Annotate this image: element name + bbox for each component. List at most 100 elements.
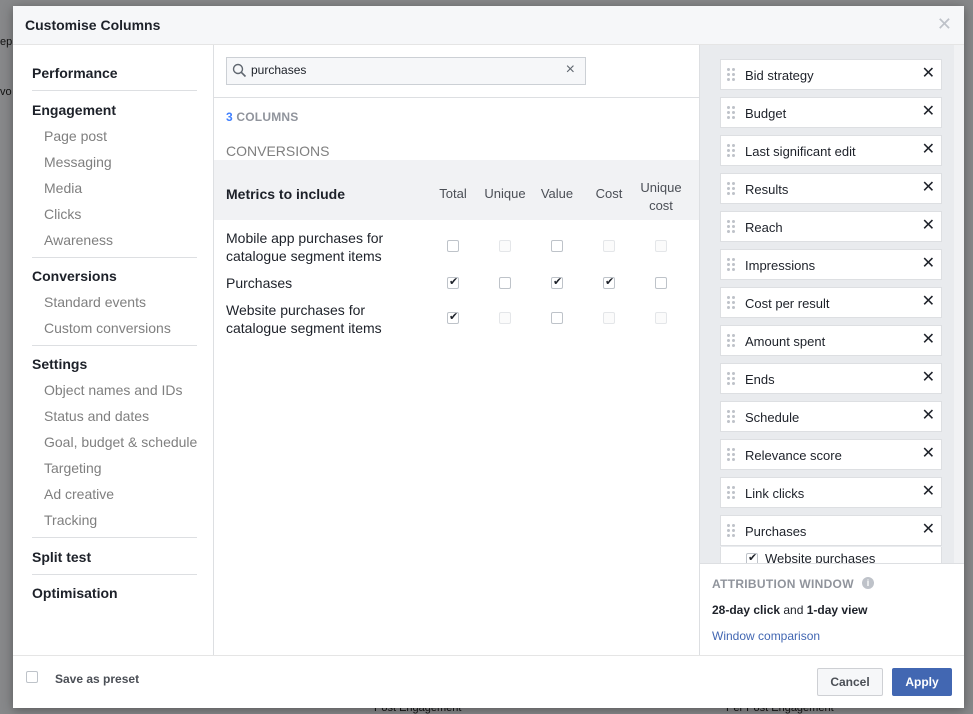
nav-item-ad-creative[interactable]: Ad creative: [44, 486, 114, 502]
selected-column-label: Link clicks: [745, 486, 805, 501]
website-purchases-checkbox[interactable]: ✔: [746, 552, 758, 563]
selected-column-label: Schedule: [745, 410, 800, 425]
selected-column-item[interactable]: Bid strategy ✕: [720, 59, 942, 90]
nav-conversions[interactable]: Conversions: [32, 268, 117, 284]
selected-column-item[interactable]: Relevance score ✕: [720, 439, 942, 470]
close-icon[interactable]: ✕: [937, 15, 952, 33]
apply-button[interactable]: Apply: [892, 668, 952, 696]
metric-label: Mobile app purchases for catalogue segme…: [226, 230, 384, 264]
remove-column-icon[interactable]: ✕: [922, 522, 935, 538]
drag-handle-icon[interactable]: [727, 410, 735, 424]
nav-divider: [32, 257, 197, 258]
nav-item-status-dates[interactable]: Status and dates: [44, 408, 149, 424]
remove-column-icon[interactable]: ✕: [922, 66, 935, 82]
save-preset-label[interactable]: Save as preset: [55, 672, 139, 686]
search-input[interactable]: [251, 60, 551, 80]
selected-column-label: Purchases: [745, 524, 807, 539]
drag-handle-icon[interactable]: [727, 68, 735, 82]
nav-item-page-post[interactable]: Page post: [44, 128, 107, 144]
nav-divider: [32, 345, 197, 346]
scrollbar[interactable]: [954, 45, 964, 563]
nav-item-clicks[interactable]: Clicks: [44, 206, 81, 222]
col-header-unique: Unique: [484, 186, 526, 201]
check-icon: ✔: [553, 276, 563, 288]
nav-item-tracking[interactable]: Tracking: [44, 512, 97, 528]
selected-column-item[interactable]: Ends ✕: [720, 363, 942, 394]
checkbox-value[interactable]: [551, 240, 563, 252]
remove-column-icon[interactable]: ✕: [922, 294, 935, 310]
selected-column-item[interactable]: Link clicks ✕: [720, 477, 942, 508]
search-icon: [232, 63, 247, 78]
window-comparison-link[interactable]: Window comparison: [712, 629, 820, 643]
selected-column-item[interactable]: Schedule ✕: [720, 401, 942, 432]
drag-handle-icon[interactable]: [727, 334, 735, 348]
drag-handle-icon[interactable]: [727, 372, 735, 386]
selected-column-item[interactable]: Budget ✕: [720, 97, 942, 128]
remove-column-icon[interactable]: ✕: [922, 484, 935, 500]
cancel-button[interactable]: Cancel: [817, 668, 883, 696]
drag-handle-icon[interactable]: [727, 296, 735, 310]
checkbox-value[interactable]: [551, 312, 563, 324]
nav-item-standard-events[interactable]: Standard events: [44, 294, 146, 310]
remove-column-icon[interactable]: ✕: [922, 104, 935, 120]
nav-divider: [32, 574, 197, 575]
selected-column-item[interactable]: Results ✕: [720, 173, 942, 204]
remove-column-icon[interactable]: ✕: [922, 332, 935, 348]
nav-item-media[interactable]: Media: [44, 180, 82, 196]
column-count: 3 COLUMNS: [226, 110, 299, 124]
drag-handle-icon[interactable]: [727, 448, 735, 462]
nav-engagement[interactable]: Engagement: [32, 102, 116, 118]
nav-item-object-names[interactable]: Object names and IDs: [44, 382, 183, 398]
checkbox-value[interactable]: ✔: [551, 276, 563, 289]
selected-column-label: Relevance score: [745, 448, 842, 463]
drag-handle-icon[interactable]: [727, 524, 735, 538]
info-icon[interactable]: i: [862, 577, 874, 589]
drag-handle-icon[interactable]: [727, 106, 735, 120]
nav-item-messaging[interactable]: Messaging: [44, 154, 112, 170]
selected-column-item[interactable]: Cost per result ✕: [720, 287, 942, 318]
checkbox-unique: [499, 312, 511, 324]
subitem-label: Website purchases: [765, 551, 876, 563]
selected-column-label: Reach: [745, 220, 783, 235]
nav-performance[interactable]: Performance: [32, 65, 118, 81]
check-icon: ✔: [449, 311, 459, 323]
checkbox-unique[interactable]: [499, 277, 511, 289]
drag-handle-icon[interactable]: [727, 144, 735, 158]
remove-column-icon[interactable]: ✕: [922, 256, 935, 272]
remove-column-icon[interactable]: ✕: [922, 142, 935, 158]
metrics-table-header: Metrics to include Total Unique Value Co…: [214, 160, 699, 220]
drag-handle-icon[interactable]: [727, 220, 735, 234]
checkbox-unique: [499, 240, 511, 252]
nav-item-awareness[interactable]: Awareness: [44, 232, 113, 248]
remove-column-icon[interactable]: ✕: [922, 446, 935, 462]
selected-column-item[interactable]: Impressions ✕: [720, 249, 942, 280]
selected-column-item[interactable]: Amount spent ✕: [720, 325, 942, 356]
nav-divider: [32, 537, 197, 538]
dialog-header: Customise Columns ✕: [13, 6, 964, 45]
remove-column-icon[interactable]: ✕: [922, 218, 935, 234]
checkbox-total[interactable]: [447, 240, 459, 252]
save-preset-checkbox[interactable]: [26, 671, 38, 683]
drag-handle-icon[interactable]: [727, 486, 735, 500]
selected-columns-panel: Bid strategy ✕ Budget ✕ Last significant edi…: [700, 45, 964, 655]
clear-search-icon[interactable]: ×: [566, 62, 575, 78]
checkbox-total[interactable]: ✔: [447, 276, 459, 289]
checkbox-unique-cost[interactable]: [655, 277, 667, 289]
selected-column-item[interactable]: Purchases ✕: [720, 515, 942, 546]
nav-split-test[interactable]: Split test: [32, 549, 91, 565]
nav-settings[interactable]: Settings: [32, 356, 87, 372]
nav-optimisation[interactable]: Optimisation: [32, 585, 118, 601]
selected-column-item[interactable]: Last significant edit ✕: [720, 135, 942, 166]
remove-column-icon[interactable]: ✕: [922, 370, 935, 386]
purchases-subitem[interactable]: ✔ Website purchases: [720, 547, 942, 563]
checkbox-cost[interactable]: ✔: [603, 276, 615, 289]
nav-item-targeting[interactable]: Targeting: [44, 460, 102, 476]
checkbox-total[interactable]: ✔: [447, 311, 459, 324]
remove-column-icon[interactable]: ✕: [922, 408, 935, 424]
remove-column-icon[interactable]: ✕: [922, 180, 935, 196]
nav-item-custom-conversions[interactable]: Custom conversions: [44, 320, 171, 336]
selected-column-item[interactable]: Reach ✕: [720, 211, 942, 242]
drag-handle-icon[interactable]: [727, 258, 735, 272]
drag-handle-icon[interactable]: [727, 182, 735, 196]
nav-item-goal-budget[interactable]: Goal, budget & schedule: [44, 434, 197, 450]
